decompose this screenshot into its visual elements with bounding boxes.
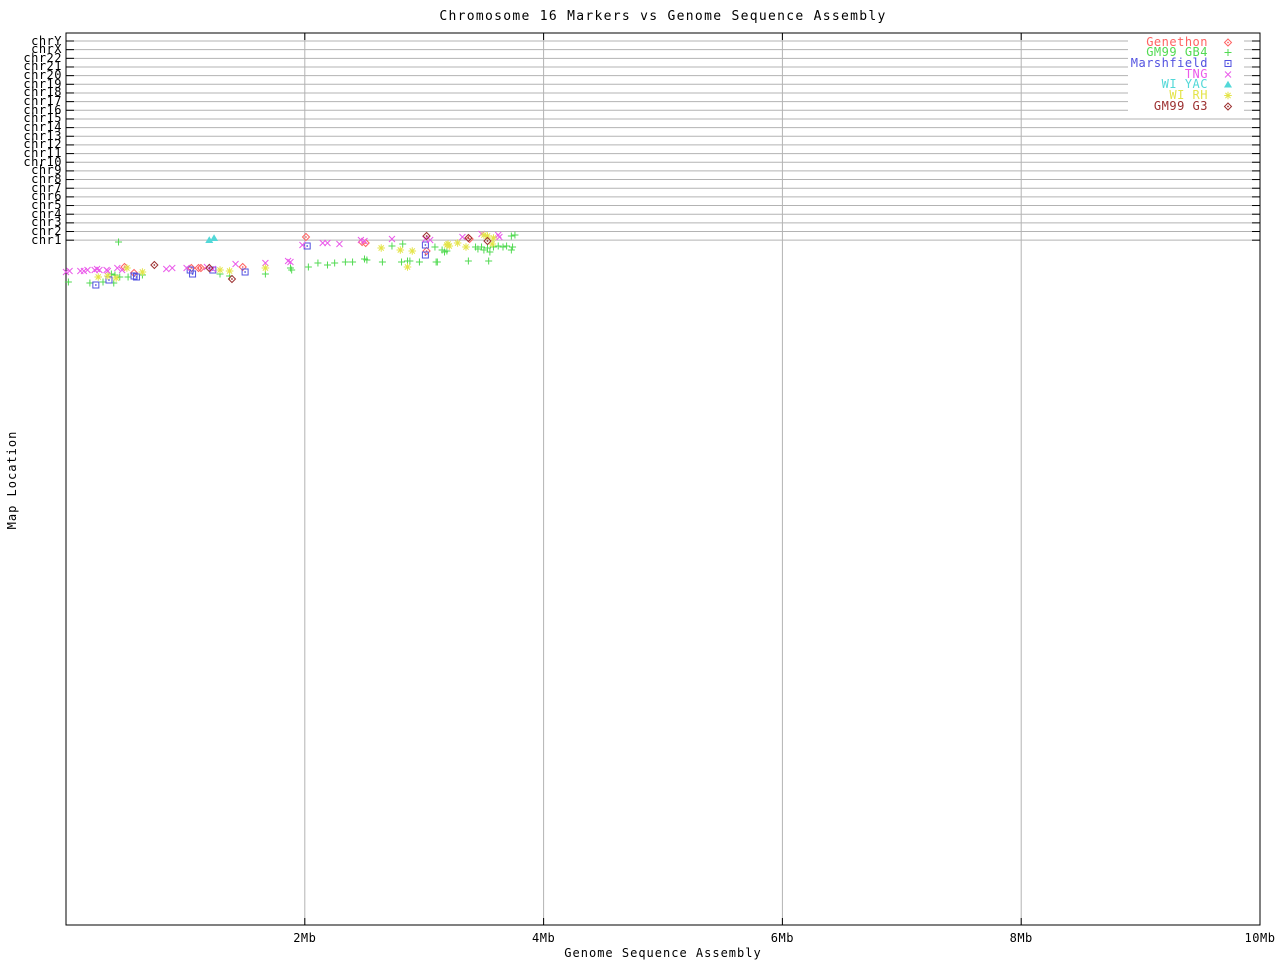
plot-area bbox=[62, 32, 1261, 926]
asterisk-legend-icon bbox=[1224, 91, 1232, 100]
data-point-wi-yac bbox=[210, 234, 219, 241]
data-point-gm99-gb4 bbox=[511, 231, 519, 239]
plot-border bbox=[65, 32, 1261, 926]
diamond-dot-legend-icon bbox=[1223, 101, 1233, 111]
diamond-dot-legend-icon bbox=[1223, 37, 1233, 47]
data-point-wi-rh bbox=[225, 267, 234, 275]
data-point-gm99-gb4 bbox=[323, 261, 331, 269]
data-point-tng bbox=[232, 260, 239, 268]
data-point-tng bbox=[96, 266, 103, 274]
data-point-gm99-gb4 bbox=[341, 258, 349, 266]
x-tick-label-8Mb: 8Mb bbox=[1009, 931, 1033, 945]
data-point-gm99-gb4 bbox=[86, 279, 94, 287]
diamond-dot-icon bbox=[1223, 37, 1233, 47]
data-point-gm99-gb4 bbox=[349, 258, 357, 266]
cross-legend-icon bbox=[1224, 70, 1232, 78]
data-point-gm99-gb4 bbox=[507, 232, 515, 240]
data-point-genethon bbox=[422, 246, 431, 256]
data-point-tng bbox=[183, 264, 190, 272]
data-point-gm99-gb4 bbox=[304, 263, 312, 271]
legend-item-gm99-g3: GM99 G3 bbox=[0, 98, 1280, 113]
y-tick-label-chr1: chr1 bbox=[31, 232, 62, 247]
data-point-tng bbox=[336, 240, 343, 248]
data-point-tng bbox=[388, 235, 396, 243]
data-point-tng bbox=[494, 231, 502, 239]
legend-item-wi-yac: WI YAC bbox=[0, 78, 1280, 90]
plus-icon bbox=[1224, 49, 1232, 57]
data-point-wi-rh bbox=[377, 244, 386, 252]
legend-item-wi-rh: WI RH bbox=[0, 89, 1280, 101]
data-point-genethon bbox=[357, 237, 367, 247]
data-point-genethon bbox=[301, 232, 311, 242]
data-point-wi-rh bbox=[408, 247, 417, 255]
data-point-tng bbox=[459, 233, 466, 241]
legend-item-tng: TNG bbox=[0, 68, 1280, 80]
legend-item-genethon: Genethon bbox=[0, 36, 1280, 48]
data-point-gm99-gb4 bbox=[431, 243, 439, 251]
data-point-gm99-gb4 bbox=[509, 243, 517, 251]
data-point-wi-rh bbox=[94, 273, 103, 281]
data-point-wi-rh bbox=[483, 232, 492, 240]
x-axis-title: Genome Sequence Assembly bbox=[564, 946, 762, 960]
data-point-gm99-gb4 bbox=[378, 258, 386, 266]
x-tick-label-2Mb: 2Mb bbox=[293, 931, 317, 945]
data-point-marshfield bbox=[189, 270, 197, 278]
data-point-gm99-gb4 bbox=[485, 257, 493, 265]
data-point-marshfield bbox=[92, 281, 100, 289]
data-point-gm99-gb4 bbox=[415, 258, 423, 266]
data-point-gm99-gb4 bbox=[115, 238, 123, 246]
data-point-gm99-gb4 bbox=[464, 257, 472, 265]
diamond-dot-icon bbox=[1223, 101, 1233, 111]
data-point-gm99-gb4 bbox=[398, 258, 406, 266]
data-point-wi-rh bbox=[462, 243, 470, 251]
data-point-tng bbox=[93, 265, 101, 273]
triangle-icon bbox=[1224, 80, 1232, 88]
x-tick-label-10Mb: 10Mb bbox=[1244, 931, 1276, 945]
chart-canvas: Chromosome 16 Markers vs Genome Sequence… bbox=[0, 0, 1280, 960]
square-dot-legend-icon bbox=[1224, 59, 1232, 67]
square-dot-icon bbox=[1224, 59, 1232, 67]
data-point-tng bbox=[496, 233, 503, 241]
data-point-gm99-g3 bbox=[150, 260, 159, 270]
data-point-gm99-gb4 bbox=[507, 246, 515, 254]
data-point-gm99-gb4 bbox=[331, 259, 339, 267]
legend-item-marshfield: Marshfield bbox=[0, 57, 1280, 69]
data-point-tng bbox=[284, 257, 292, 265]
y-axis-title: Map Location bbox=[5, 430, 19, 530]
data-point-gm99-gb4 bbox=[388, 242, 396, 250]
data-point-wi-rh bbox=[216, 266, 224, 274]
data-point-gm99-gb4 bbox=[503, 242, 511, 250]
legend-label: GM99 G3 bbox=[1153, 98, 1208, 113]
data-point-tng bbox=[162, 265, 170, 273]
data-point-gm99-gb4 bbox=[433, 258, 441, 266]
data-point-gm99-gb4 bbox=[124, 273, 132, 281]
data-point-tng bbox=[324, 239, 331, 247]
triangle-legend-icon bbox=[1224, 80, 1232, 88]
data-point-gm99-gb4 bbox=[314, 259, 322, 267]
data-point-gm99-gb4 bbox=[499, 243, 507, 251]
data-point-tng bbox=[168, 264, 176, 272]
data-point-genethon bbox=[465, 234, 474, 244]
data-point-tng bbox=[287, 258, 294, 266]
x-tick-label-4Mb: 4Mb bbox=[532, 931, 556, 945]
legend-item-gm99-gb4: GM99 GB4 bbox=[0, 46, 1280, 58]
plus-legend-icon bbox=[1224, 49, 1232, 57]
asterisk-icon bbox=[1224, 91, 1232, 100]
cross-icon bbox=[1224, 70, 1232, 78]
x-tick-label-6Mb: 6Mb bbox=[770, 931, 794, 945]
